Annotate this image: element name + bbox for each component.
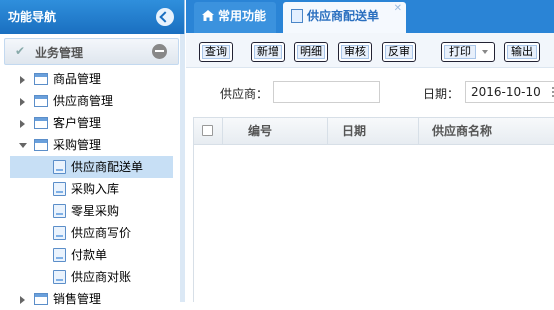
detail-button-label: 明细 [297, 45, 325, 59]
tab-label: 常用功能 [218, 9, 267, 23]
expand-arrow-icon[interactable] [20, 296, 25, 304]
query-button-label: 查询 [202, 45, 230, 59]
grid-header: 编号 日期 供应商名称 [193, 117, 554, 145]
collapse-arrow-icon[interactable] [19, 143, 27, 148]
tree-node-label: 采购入库 [71, 182, 120, 196]
expand-arrow-icon[interactable] [20, 98, 25, 106]
tab-bar: 常用功能 供应商配送单 ✕ [186, 0, 554, 33]
tree-node-label: 供应商管理 [53, 94, 114, 108]
document-icon [53, 204, 66, 218]
audit-button-label: 审核 [341, 45, 369, 59]
folder-icon [34, 73, 48, 85]
home-icon [202, 10, 214, 21]
close-icon[interactable]: ✕ [394, 4, 402, 14]
tab-supplier-delivery[interactable]: 供应商配送单 ✕ [283, 2, 406, 33]
supplier-input[interactable] [273, 81, 380, 103]
tree-node-purchase[interactable]: 采购管理 [19, 135, 170, 156]
add-button-label: 新增 [254, 45, 282, 59]
tree-node-supplier-price[interactable]: 供应商写价 [53, 223, 171, 244]
tree-node-label: 商品管理 [53, 72, 102, 86]
tree-node-retail-purchase[interactable]: 零星采购 [53, 201, 171, 222]
document-icon [53, 182, 66, 196]
column-header-date[interactable]: 日期 [342, 118, 366, 144]
tree-node-label: 供应商对账 [71, 270, 132, 284]
folder-icon [34, 139, 48, 151]
select-all-checkbox[interactable] [202, 125, 213, 136]
tree-node-supplier-reconcile[interactable]: 供应商对账 [53, 267, 171, 288]
export-button-label: 输出 [507, 45, 537, 59]
tree-node-sales[interactable]: 销售管理 [20, 289, 170, 310]
tree-node-label: 零星采购 [71, 204, 120, 218]
toolbar: 查询 新增 明细 审核 反审 打印 输出 [186, 33, 554, 68]
expand-arrow-icon[interactable] [20, 120, 25, 128]
folder-icon [34, 293, 48, 305]
module-header[interactable]: ✔ 业务管理 [4, 38, 179, 65]
navigation-header: 功能导航 [0, 0, 184, 34]
tree-node-label: 供应商配送单 [71, 160, 144, 174]
tree-node-payment[interactable]: 付款单 [53, 245, 171, 266]
column-divider [222, 118, 223, 144]
tree-node-goods[interactable]: 商品管理 [20, 69, 170, 90]
detail-button[interactable]: 明细 [294, 42, 328, 62]
document-icon [291, 9, 303, 23]
tab-home[interactable]: 常用功能 [194, 2, 276, 33]
tree-node-label: 采购管理 [53, 138, 102, 152]
document-icon [53, 160, 66, 174]
folder-icon [34, 117, 48, 129]
navigation-title: 功能导航 [8, 10, 57, 24]
column-divider [418, 118, 419, 144]
tree-node-label: 付款单 [71, 248, 108, 262]
module-label: 业务管理 [35, 46, 84, 60]
add-button[interactable]: 新增 [251, 42, 285, 62]
tag-icon: ✔ [15, 44, 26, 58]
unaudit-button-label: 反审 [385, 45, 413, 59]
chevron-down-icon[interactable] [482, 50, 488, 54]
column-divider [327, 118, 328, 144]
document-icon [53, 270, 66, 284]
column-header-number[interactable]: 编号 [248, 118, 272, 144]
print-button-label: 打印 [444, 45, 476, 59]
query-button[interactable]: 查询 [199, 42, 233, 62]
tab-label: 供应商配送单 [307, 9, 380, 23]
folder-icon [34, 95, 48, 107]
tree-node-label: 客户管理 [53, 116, 102, 130]
panel-splitter[interactable] [180, 34, 185, 302]
column-header-supplier-name[interactable]: 供应商名称 [432, 118, 492, 144]
tree-node-customer[interactable]: 客户管理 [20, 113, 170, 134]
tree-node-purchase-in[interactable]: 采购入库 [53, 179, 171, 200]
supplier-label: 供应商： [220, 87, 269, 101]
tree-node-supplier[interactable]: 供应商管理 [20, 91, 170, 112]
navigation-panel: 功能导航 ✔ 业务管理 商品管理 供应商管理 客户管理 采购管理 供应商配送单 … [0, 0, 185, 306]
print-button[interactable]: 打印 [441, 42, 495, 62]
expand-arrow-icon[interactable] [20, 76, 25, 84]
unaudit-button[interactable]: 反审 [382, 42, 416, 62]
tree-node-label: 销售管理 [53, 292, 102, 306]
document-icon [53, 248, 66, 262]
date-input[interactable]: 2016-10-10 [465, 81, 554, 103]
collapse-module-icon[interactable] [152, 44, 167, 59]
filter-row: 供应商： 日期： 2016-10-10 [186, 69, 554, 113]
collapse-panel-icon[interactable] [156, 8, 174, 26]
tree-node-supplier-delivery[interactable]: 供应商配送单 [53, 157, 171, 178]
document-icon [53, 226, 66, 240]
export-button[interactable]: 输出 [504, 42, 540, 62]
audit-button[interactable]: 审核 [338, 42, 372, 62]
tree-node-label: 供应商写价 [71, 226, 132, 240]
grid-body [193, 145, 554, 302]
date-label: 日期： [423, 87, 460, 101]
